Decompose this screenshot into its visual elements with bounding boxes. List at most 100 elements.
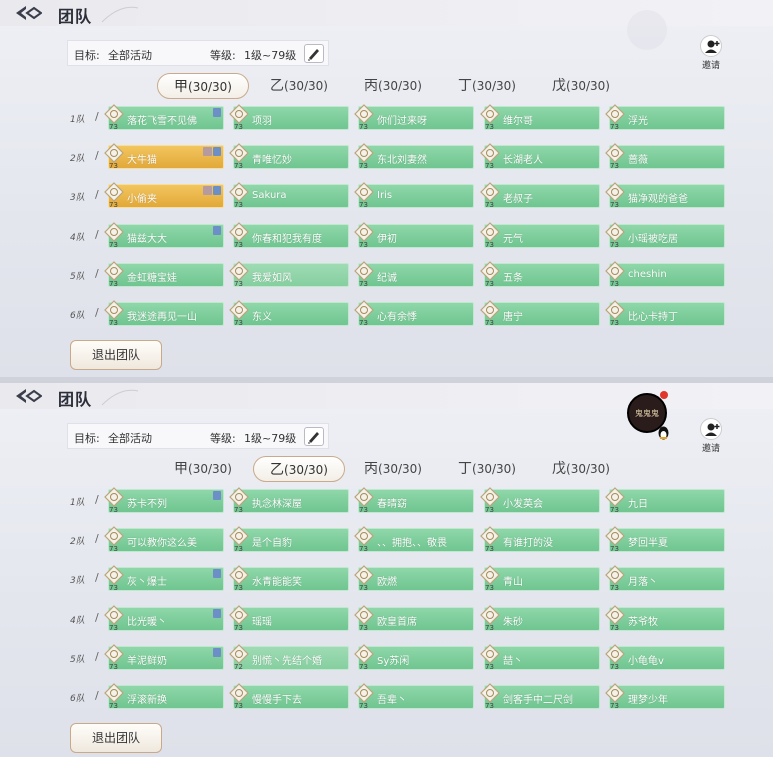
member-slot[interactable]: 73 羊泥鲜奶 bbox=[104, 644, 224, 671]
member-slot[interactable]: 73 比心卡持丁 bbox=[605, 300, 725, 327]
team-row: 6队 / 73 浮滚新换 73 慢慢手下去 73 吾辈丶 73 剑客手中二尺剑 73 理梦少年 bbox=[0, 683, 773, 711]
exit-team-button[interactable]: 退出团队 bbox=[70, 340, 162, 370]
notification-dot bbox=[660, 391, 668, 399]
member-level: 73 bbox=[359, 584, 368, 592]
member-slot[interactable]: 73 我迷途再见一山 bbox=[104, 300, 224, 327]
member-slot[interactable]: 73 慢慢手下去 bbox=[229, 683, 349, 710]
tab-ding[interactable]: 丁(30/30) bbox=[441, 456, 533, 482]
tab-ding[interactable]: 丁(30/30) bbox=[441, 73, 533, 99]
member-slot[interactable]: 73 五条 bbox=[480, 261, 600, 288]
member-slot[interactable]: 73 唐宁 bbox=[480, 300, 600, 327]
leader-badge-icon bbox=[213, 226, 221, 235]
member-slot[interactable]: 73 喆丶 bbox=[480, 644, 600, 671]
member-slot[interactable]: 73 Sakura bbox=[229, 182, 349, 209]
leader-badge-icon bbox=[213, 147, 221, 156]
member-slot[interactable]: 73 苏爷牧 bbox=[605, 605, 725, 632]
member-slot[interactable]: 73 是个自豹 bbox=[229, 526, 349, 553]
invite-button[interactable]: 邀请 bbox=[697, 35, 725, 71]
member-slot[interactable]: 73 老叔子 bbox=[480, 182, 600, 209]
member-slot[interactable]: 73 剑客手中二尺剑 bbox=[480, 683, 600, 710]
tab-yi[interactable]: 乙(30/30) bbox=[253, 73, 345, 99]
member-slot[interactable]: 73 苏卡不列 bbox=[104, 487, 224, 514]
member-slot[interactable]: 73 浮滚新换 bbox=[104, 683, 224, 710]
member-slot[interactable]: 73 欧皇首席 bbox=[354, 605, 474, 632]
tab-bing[interactable]: 丙(30/30) bbox=[347, 456, 439, 482]
member-name: 纪诚 bbox=[377, 273, 397, 284]
member-slot[interactable]: 73 朱砂 bbox=[480, 605, 600, 632]
team-label: 3队 bbox=[70, 576, 85, 586]
back-arrow-icon[interactable] bbox=[14, 4, 42, 22]
member-slot[interactable]: 73 你春和犯我有度 bbox=[229, 222, 349, 249]
member-slot[interactable]: 73 水青能能笑 bbox=[229, 565, 349, 592]
member-slot[interactable]: 73 执念林深屋 bbox=[229, 487, 349, 514]
member-slot[interactable]: 73 有谁打的没 bbox=[480, 526, 600, 553]
member-slot[interactable]: 73 吾辈丶 bbox=[354, 683, 474, 710]
tab-yi[interactable]: 乙(30/30) bbox=[253, 456, 345, 482]
role-badge-icon bbox=[203, 186, 212, 195]
member-name: 长湖老人 bbox=[503, 155, 543, 166]
member-level: 73 bbox=[359, 545, 368, 553]
team-row: 1队 / 73 落花飞雪不见佛 73 项羽 73 你们过来呀 73 维尔哥 73 浮光 bbox=[0, 104, 773, 132]
member-slot[interactable]: 73 青山 bbox=[480, 565, 600, 592]
member-slot[interactable]: 73 浮光 bbox=[605, 104, 725, 131]
member-slot[interactable]: 73 可以教你这么美 bbox=[104, 526, 224, 553]
invite-button[interactable]: 邀请 bbox=[697, 418, 725, 454]
member-slot[interactable]: 73 伊初 bbox=[354, 222, 474, 249]
member-slot[interactable]: 73 心有余悸 bbox=[354, 300, 474, 327]
member-slot[interactable]: 73 小偷夹 bbox=[104, 182, 224, 209]
tab-jia[interactable]: 甲(30/30) bbox=[157, 73, 249, 99]
member-level: 73 bbox=[485, 201, 494, 209]
member-level: 73 bbox=[610, 123, 619, 131]
member-slot[interactable]: 73 梦回半夏 bbox=[605, 526, 725, 553]
member-slot[interactable]: 73 灰丶爆士 bbox=[104, 565, 224, 592]
member-slot[interactable]: 73 猫净观的爸爸 bbox=[605, 182, 725, 209]
member-slot[interactable]: 73 、、拥抱、、敬畏 bbox=[354, 526, 474, 553]
member-slot[interactable]: 73 cheshin bbox=[605, 261, 725, 288]
member-slot[interactable]: 73 比光暖丶 bbox=[104, 605, 224, 632]
member-slot[interactable]: 73 金虹糖宝娃 bbox=[104, 261, 224, 288]
member-slot[interactable]: 73 猫兹大大 bbox=[104, 222, 224, 249]
member-slot[interactable]: 73 元气 bbox=[480, 222, 600, 249]
member-slot[interactable]: 73 青唯忆妙 bbox=[229, 143, 349, 170]
edit-button[interactable] bbox=[304, 427, 324, 446]
exit-team-button[interactable]: 退出团队 bbox=[70, 723, 162, 753]
member-slot[interactable]: 73 Sy苏闲 bbox=[354, 644, 474, 671]
avatar[interactable] bbox=[627, 10, 667, 50]
member-slot[interactable]: 73 纪诚 bbox=[354, 261, 474, 288]
edit-button[interactable] bbox=[304, 44, 324, 63]
back-arrow-icon[interactable] bbox=[14, 387, 42, 405]
member-slot[interactable]: 72 别慌丶先结个婚 bbox=[229, 644, 349, 671]
member-slot[interactable]: 73 春晴窈 bbox=[354, 487, 474, 514]
member-level: 73 bbox=[234, 506, 243, 514]
member-slot[interactable]: 73 蔷薇 bbox=[605, 143, 725, 170]
tab-wu[interactable]: 戊(30/30) bbox=[535, 73, 627, 99]
leader-badge-icon bbox=[213, 108, 221, 117]
tab-jia[interactable]: 甲(30/30) bbox=[157, 456, 249, 482]
member-slot[interactable]: 73 小龟龟v bbox=[605, 644, 725, 671]
member-name: 我爱如风 bbox=[252, 273, 292, 284]
member-slot[interactable]: 73 长湖老人 bbox=[480, 143, 600, 170]
member-slot[interactable]: 73 东北刘妻然 bbox=[354, 143, 474, 170]
member-slot[interactable]: 73 Iris bbox=[354, 182, 474, 209]
member-slot[interactable]: 73 小瑶被吃居 bbox=[605, 222, 725, 249]
team-label: 4队 bbox=[70, 233, 85, 243]
leader-badge-icon bbox=[213, 186, 221, 195]
member-slot[interactable]: 73 维尔哥 bbox=[480, 104, 600, 131]
member-slot[interactable]: 73 小发英会 bbox=[480, 487, 600, 514]
member-slot[interactable]: 73 理梦少年 bbox=[605, 683, 725, 710]
member-level: 73 bbox=[234, 123, 243, 131]
member-slot[interactable]: 73 落花飞雪不见佛 bbox=[104, 104, 224, 131]
tab-bing[interactable]: 丙(30/30) bbox=[347, 73, 439, 99]
member-slot[interactable]: 73 大牛猫 bbox=[104, 143, 224, 170]
member-slot[interactable]: 73 瑶瑶 bbox=[229, 605, 349, 632]
member-slot[interactable]: 73 欧燃 bbox=[354, 565, 474, 592]
member-slot[interactable]: 73 月落丶 bbox=[605, 565, 725, 592]
member-slot[interactable]: 73 项羽 bbox=[229, 104, 349, 131]
member-slot[interactable]: 73 九日 bbox=[605, 487, 725, 514]
tab-wu[interactable]: 戊(30/30) bbox=[535, 456, 627, 482]
target-label: 目标: bbox=[74, 432, 100, 445]
member-slot[interactable]: 73 你们过来呀 bbox=[354, 104, 474, 131]
member-slot[interactable]: 73 我爱如风 bbox=[229, 261, 349, 288]
member-slot[interactable]: 73 东义 bbox=[229, 300, 349, 327]
member-name: 老叔子 bbox=[503, 194, 533, 205]
